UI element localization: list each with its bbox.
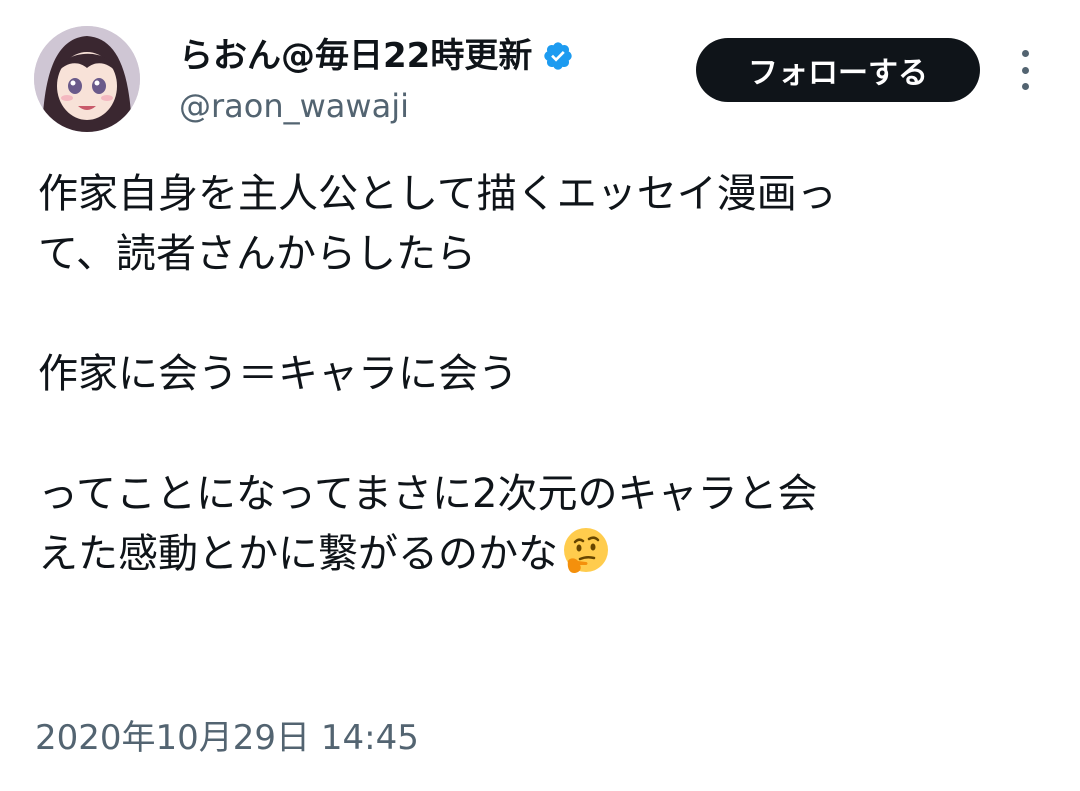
display-name[interactable]: らおん@毎日22時更新 [179, 32, 574, 80]
tweet-timestamp[interactable]: 2020年10月29日 14:45 [35, 714, 419, 762]
tweet-last-line: えた感動とかに繋がるのかな [38, 524, 1048, 584]
tweet-line: 作家自身を主人公として描くエッセイ漫画っ [38, 171, 837, 217]
follow-button[interactable]: フォローする [696, 38, 980, 102]
avatar-image [34, 26, 140, 132]
display-name-text: らおん@毎日22時更新 [179, 36, 533, 76]
tweet-line: 作家に会う＝キャラに会う [38, 351, 518, 397]
dot [1021, 66, 1029, 74]
tweet-line: て、読者さんからしたら [38, 231, 476, 277]
tweet-line: ってことになってまさに2次元のキャラと会 [38, 471, 818, 517]
dot [1021, 83, 1029, 90]
tweet-text: 作家自身を主人公として描くエッセイ漫画っ て、読者さんからしたら 作家に会う＝キ… [38, 164, 1048, 584]
more-options-icon[interactable] [1012, 50, 1038, 90]
avatar[interactable] [34, 26, 140, 132]
thinking-face-emoji [560, 525, 612, 577]
tweet-line: えた感動とかに繋がるのかな [38, 531, 558, 577]
dot [1021, 50, 1029, 57]
verified-badge-icon [542, 40, 574, 72]
user-handle[interactable]: @raon_wawaji [179, 84, 409, 128]
